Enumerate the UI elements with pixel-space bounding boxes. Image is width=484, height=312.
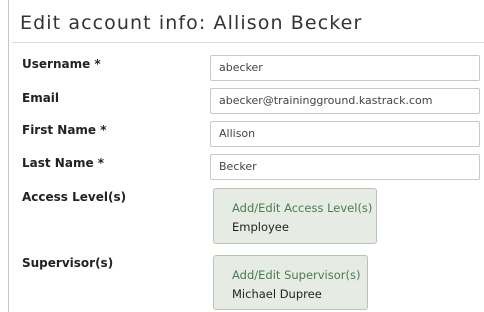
access-levels-picker: Add/Edit Access Level(s) Employee (213, 188, 377, 244)
email-label: Email (22, 91, 60, 105)
access-levels-label: Access Level(s) (22, 190, 127, 204)
edit-account-panel: Edit account info: Allison Becker Userna… (0, 0, 484, 312)
username-label: Username * (22, 57, 101, 71)
supervisors-label: Supervisor(s) (22, 256, 114, 270)
add-edit-supervisors-link[interactable]: Add/Edit Supervisor(s) (232, 268, 360, 282)
supervisor-value: Michael Dupree (232, 287, 322, 301)
first-name-label: First Name * (22, 123, 107, 137)
title-divider (12, 42, 484, 43)
panel-left-border (8, 0, 9, 312)
last-name-field[interactable]: Becker (210, 154, 480, 180)
first-name-field[interactable]: Allison (210, 121, 480, 147)
add-edit-access-levels-link[interactable]: Add/Edit Access Level(s) (232, 201, 372, 215)
email-field[interactable]: abecker@trainingground.kastrack.com (210, 88, 480, 114)
supervisors-picker: Add/Edit Supervisor(s) Michael Dupree (213, 255, 368, 310)
username-field[interactable]: abecker (210, 55, 480, 81)
page-title: Edit account info: Allison Becker (20, 12, 363, 34)
last-name-label: Last Name * (22, 156, 105, 170)
access-level-value: Employee (232, 220, 289, 234)
